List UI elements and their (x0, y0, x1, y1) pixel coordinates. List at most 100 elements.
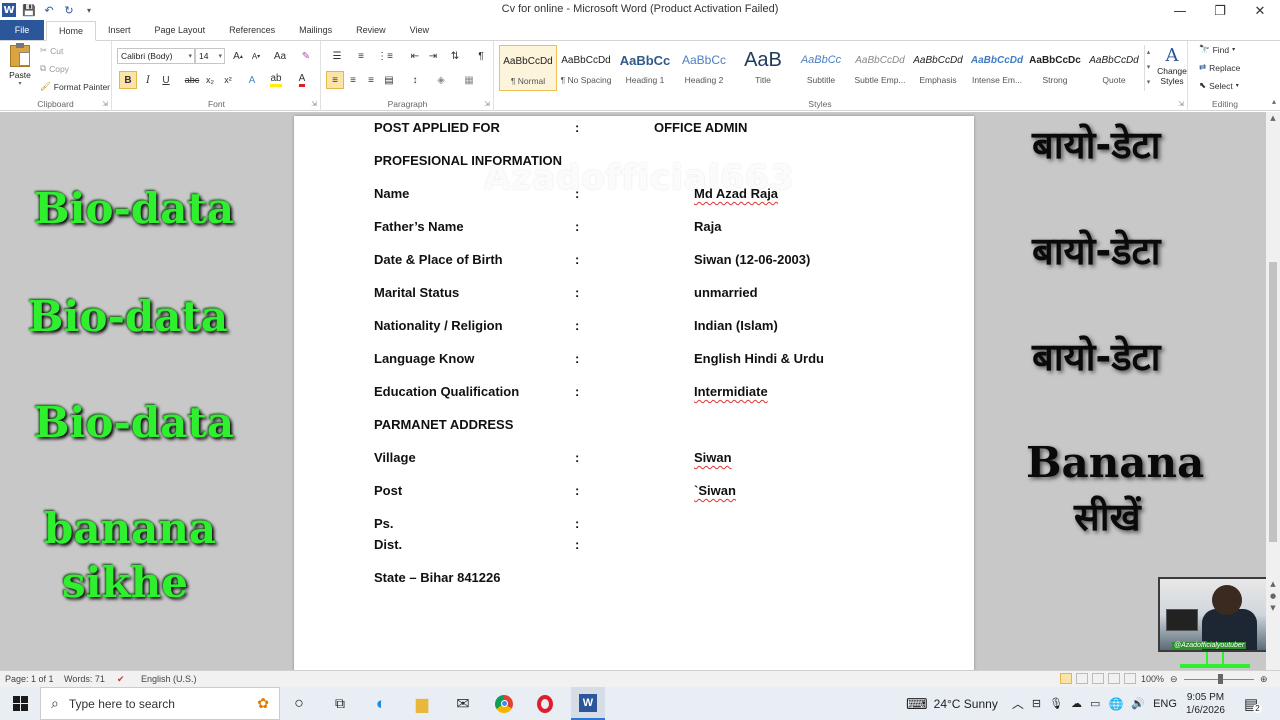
multilevel-list-icon[interactable]: ⋮≡ (376, 47, 394, 65)
style-emphasis[interactable]: AaBbCcDd Emphasis (909, 45, 967, 91)
clock[interactable]: 9:05 PM 1/6/2026 (1186, 687, 1225, 720)
cut-button[interactable]: ✂ Cut (40, 45, 63, 56)
change-styles-button[interactable]: A Change Styles (1155, 45, 1189, 86)
undo-icon[interactable]: ↶ (42, 3, 56, 17)
strikethrough-icon[interactable]: abc (183, 71, 201, 89)
tab-mailings[interactable]: Mailings (287, 20, 344, 40)
file-explorer-icon[interactable]: ▆ (407, 687, 437, 720)
tab-review[interactable]: Review (344, 20, 398, 40)
vertical-scrollbar[interactable]: ▲ ▲ ● ▼ (1266, 112, 1280, 670)
change-case-icon[interactable]: Aa (271, 47, 289, 65)
show-hidden-icons[interactable]: ︿ (1012, 695, 1024, 712)
network-icon[interactable]: ⊟ (1032, 697, 1041, 710)
language-indicator[interactable]: ENG (1153, 698, 1177, 710)
word-taskbar-icon[interactable]: W (571, 687, 605, 720)
dialog-launcher-icon[interactable]: ⇲ (484, 100, 490, 108)
web-layout-icon[interactable] (1092, 673, 1104, 684)
word-count[interactable]: Words: 71 (64, 674, 105, 684)
weather-text[interactable]: 24°C Sunny (934, 697, 998, 711)
align-left-icon[interactable]: ≡ (326, 71, 344, 89)
scroll-thumb[interactable] (1269, 262, 1277, 542)
chrome-icon[interactable] (489, 687, 519, 720)
weather-icon[interactable]: ⌨ (906, 695, 928, 713)
tab-file[interactable]: File (0, 20, 44, 40)
styles-scroll[interactable]: ▴ ▾ ▾ (1144, 45, 1152, 91)
close-button[interactable]: ✕ (1240, 0, 1280, 22)
grow-font-icon[interactable]: A ▴ (229, 47, 247, 65)
bold-icon[interactable]: B (119, 71, 137, 89)
style-intense-emphasis[interactable]: AaBbCcDd Intense Em... (968, 45, 1026, 91)
full-screen-reading-icon[interactable] (1076, 673, 1088, 684)
style-strong[interactable]: AaBbCcDc Strong (1026, 45, 1084, 91)
customize-qat-icon[interactable]: ▾ (82, 3, 96, 17)
replace-button[interactable]: ⇄ Replace (1199, 62, 1240, 73)
numbering-icon[interactable]: ≡ (352, 47, 370, 65)
volume-icon[interactable]: 🔊 (1131, 697, 1145, 710)
page-count[interactable]: Page: 1 of 1 (5, 674, 54, 684)
redo-icon[interactable]: ↻ (62, 3, 76, 17)
mail-icon[interactable]: ✉ (448, 687, 478, 720)
style-subtitle[interactable]: AaBbCc Subtitle (792, 45, 850, 91)
notification-button[interactable]: ▤ 2 (1244, 687, 1262, 720)
subscript-icon[interactable]: x₂ (201, 71, 219, 89)
align-center-icon[interactable]: ≡ (344, 71, 362, 89)
font-color-icon[interactable]: A (293, 71, 311, 89)
sort-icon[interactable]: ⇅ (446, 47, 464, 65)
decrease-indent-icon[interactable]: ⇤ (406, 47, 424, 65)
style-normal[interactable]: AaBbCcDd ¶ Normal (499, 45, 557, 91)
highlight-icon[interactable]: ab (267, 71, 285, 89)
edge-icon[interactable]: ◐ (366, 687, 396, 720)
tab-view[interactable]: View (398, 20, 441, 40)
borders-icon[interactable]: ▦ (460, 71, 478, 89)
text-effects-icon[interactable]: A (243, 71, 261, 89)
cloud-icon[interactable]: ☁ (1071, 697, 1082, 710)
select-button[interactable]: ⬉ Select ▾ (1199, 80, 1239, 91)
format-painter-button[interactable]: 🖌 Format Painter (40, 81, 110, 92)
print-layout-icon[interactable] (1060, 673, 1072, 684)
opera-icon[interactable] (530, 687, 560, 720)
dialog-launcher-icon[interactable]: ⇲ (1178, 100, 1184, 108)
font-family-select[interactable]: Calibri (Body) ▾ (117, 48, 195, 64)
collapse-ribbon-icon[interactable]: ▴ (1272, 97, 1276, 106)
battery-icon[interactable]: ▭ (1090, 697, 1100, 710)
task-view-icon[interactable]: ⧉ (325, 687, 355, 720)
bullets-icon[interactable]: ☰ (328, 47, 346, 65)
style-quote[interactable]: AaBbCcDd Quote (1085, 45, 1143, 91)
start-button[interactable] (0, 687, 40, 720)
zoom-slider-thumb[interactable] (1218, 674, 1223, 684)
save-icon[interactable]: 💾 (22, 3, 36, 17)
proofing-icon[interactable]: ✔ (117, 674, 125, 685)
zoom-level[interactable]: 100% (1141, 674, 1164, 684)
shading-icon[interactable]: ◈ (432, 71, 450, 89)
zoom-in-icon[interactable]: ⊕ (1260, 674, 1268, 685)
draft-icon[interactable] (1124, 673, 1136, 684)
select-browse-object-icon[interactable]: ● (1266, 592, 1280, 600)
align-right-icon[interactable]: ≡ (362, 71, 380, 89)
scroll-up-icon[interactable]: ▲ (1266, 580, 1280, 588)
language-indicator[interactable]: English (U.S.) (141, 674, 197, 684)
tab-insert[interactable]: Insert (96, 20, 143, 40)
superscript-icon[interactable]: x² (219, 71, 237, 89)
style-heading-1[interactable]: AaBbCc Heading 1 (616, 45, 674, 91)
cortana-icon[interactable]: ○ (284, 687, 314, 720)
clear-formatting-icon[interactable]: ✎ (297, 47, 315, 65)
find-button[interactable]: 🔭 Find ▾ (1199, 44, 1235, 55)
dialog-launcher-icon[interactable]: ⇲ (102, 100, 108, 108)
copy-button[interactable]: ⧉ Copy (40, 63, 69, 74)
outline-icon[interactable] (1108, 673, 1120, 684)
paste-button[interactable]: Paste ▾ (6, 43, 34, 87)
style-subtle-emphasis[interactable]: AaBbCcDd Subtle Emp... (851, 45, 909, 91)
show-formatting-icon[interactable]: ¶ (472, 47, 490, 65)
increase-indent-icon[interactable]: ⇥ (424, 47, 442, 65)
underline-icon[interactable]: U (157, 71, 175, 89)
tab-home[interactable]: Home (46, 21, 97, 41)
italic-icon[interactable]: I (139, 71, 157, 89)
globe-icon[interactable]: 🌐 (1108, 697, 1123, 711)
style-heading-2[interactable]: AaBbCc Heading 2 (675, 45, 733, 91)
scroll-down-icon[interactable]: ▼ (1266, 604, 1280, 612)
taskbar-search[interactable]: ⌕ Type here to search ✿ (40, 687, 280, 720)
style-no-spacing[interactable]: AaBbCcDd ¶ No Spacing (557, 45, 615, 91)
microphone-icon[interactable]: 🎙 (1049, 697, 1063, 710)
line-spacing-icon[interactable]: ↕ (406, 71, 424, 89)
font-size-select[interactable]: 14 ▾ (195, 48, 225, 64)
